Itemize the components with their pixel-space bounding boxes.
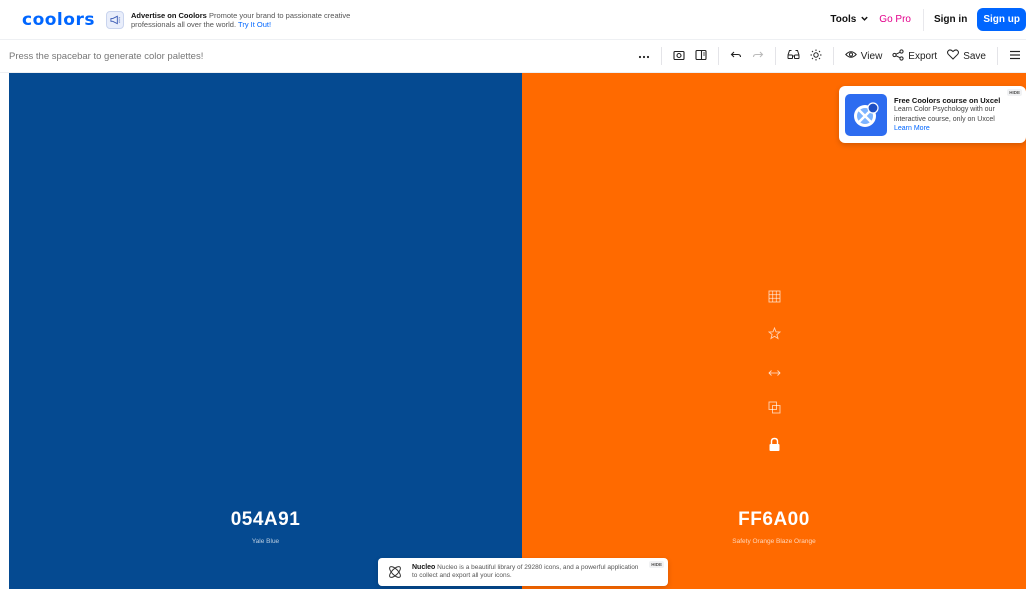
nucleo-ad-description: Nucleo is a beautiful library of 29280 i… [412,563,639,580]
hide-ad-button[interactable]: HIDE [1007,89,1022,96]
chevron-down-icon [860,14,869,26]
save-color-button[interactable] [766,326,782,345]
tools-menu[interactable]: Tools [830,14,869,26]
advertise-link[interactable]: Try It Out! [238,20,271,29]
toggle-sidebar-button[interactable] [690,45,712,67]
uxcel-course-text: Free Coolors course on Uxcel Learn Color… [894,96,1020,134]
color-column-2[interactable]: FF6A00 Safety Orange Blaze Orange [522,73,1026,589]
color-tools [522,290,1026,457]
adjust-palette-button[interactable] [805,45,827,67]
palette-toolbar: Press the spacebar to generate color pal… [0,40,1026,73]
eye-icon [844,50,857,62]
view-label: View [860,50,883,62]
coolors-generator: coolors Advertise on Coolors Promote you… [0,0,1026,589]
nucleo-ad-text: Nucleo Nucleo is a beautiful library of … [412,564,642,581]
divider [832,47,834,65]
color-hex[interactable]: 054A91 [9,509,522,531]
color-blindness-button[interactable] [782,45,805,67]
view-button[interactable]: View [840,45,888,67]
top-navbar: coolors Advertise on Coolors Promote you… [0,0,1026,40]
grid-icon [768,290,781,308]
divider [997,47,998,65]
save-label: Save [963,50,986,62]
drag-color-button[interactable] [766,365,782,381]
quick-view-button[interactable] [668,45,690,67]
tools-label: Tools [830,14,857,25]
coolors-logo[interactable]: coolors [22,10,100,30]
advertise-title: Advertise on Coolors [131,10,207,20]
save-button[interactable]: Save [942,45,991,67]
share-icon [892,48,904,64]
divider [774,47,776,65]
more-options-button[interactable] [633,45,655,67]
heart-icon [947,49,960,63]
megaphone-icon [106,10,124,29]
menu-button[interactable] [1004,45,1026,67]
export-label: Export [908,50,938,62]
camera-icon [673,49,685,64]
ellipsis-icon [638,51,650,62]
glasses-icon [787,49,800,63]
redo-button[interactable] [747,45,769,67]
sidebar-icon [695,49,707,64]
lock-icon [768,437,781,457]
top-right-actions: Tools Go Pro Sign in Sign up [830,0,1026,40]
export-button[interactable]: Export [887,45,942,67]
uxcel-course-image [845,93,887,136]
sign-up-button[interactable]: Sign up [977,8,1026,31]
divider [660,47,662,65]
divider [717,47,719,65]
toggle-lock-button[interactable] [766,437,782,457]
uxcel-course-ad[interactable]: Free Coolors course on Uxcel Learn Color… [839,86,1026,143]
color-name: Yale Blue [251,538,280,545]
redo-icon [752,50,764,63]
copy-hex-button[interactable] [766,401,782,419]
divider [922,8,924,31]
undo-icon [730,50,742,63]
advertise-banner[interactable]: Advertise on Coolors Promote your brand … [106,10,361,29]
view-shades-button[interactable] [766,290,782,308]
star-icon [767,326,781,345]
uxcel-course-description: Learn Color Psychology with our interact… [894,106,995,123]
arrows-horizontal-icon [767,364,781,382]
sun-icon [810,49,822,64]
uxcel-learn-more-link[interactable]: Learn More [894,124,1020,134]
undo-button[interactable] [725,45,747,67]
nucleo-ad[interactable]: Nucleo Nucleo is a beautiful library of … [378,558,668,586]
advertise-text: Advertise on Coolors Promote your brand … [131,11,361,29]
color-palette: 054A91 Yale Blue FF6A00 Safety Orange Bl… [9,73,1026,589]
uxcel-course-title: Free Coolors course on Uxcel [894,95,1001,105]
nucleo-logo-icon [386,563,404,581]
toolbar-actions: View Export Save [633,40,1026,73]
copy-icon [768,401,781,419]
hamburger-icon [1009,50,1021,63]
hide-ad-button[interactable]: HIDE [649,561,664,568]
generate-hint: Press the spacebar to generate color pal… [9,50,204,62]
go-pro-link[interactable]: Go Pro [879,14,911,25]
color-column-1[interactable]: 054A91 Yale Blue [9,73,522,589]
nucleo-ad-title: Nucleo [412,563,436,571]
color-name: Safety Orange Blaze Orange [732,538,816,545]
color-hex[interactable]: FF6A00 [522,509,1026,531]
sign-in-button[interactable]: Sign in [934,14,967,25]
